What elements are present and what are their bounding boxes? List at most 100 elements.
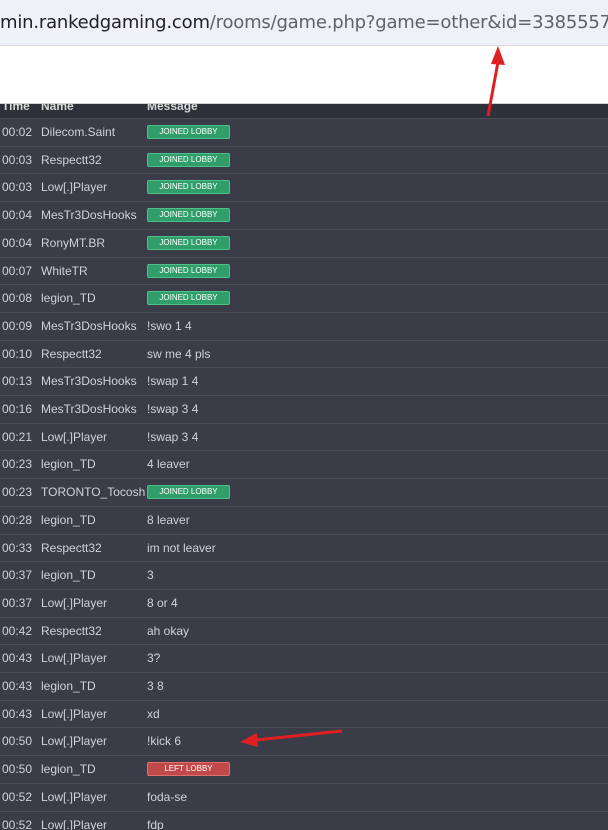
table-row: 00:43 legion_TD 3 8 <box>0 672 608 700</box>
table-row: 00:52 Low[.]Player foda-se <box>0 782 608 811</box>
row-message: 3 <box>147 568 154 583</box>
row-time: 00:33 <box>2 540 33 555</box>
table-row: 00:52 Low[.]Player fdp <box>0 810 608 830</box>
table-row: 00:07 WhiteTR JOINED LOBBY <box>0 256 608 285</box>
row-name[interactable]: Dilecom.Saint <box>41 125 115 139</box>
table-row: 00:03 Low[.]Player JOINED LOBBY <box>0 173 608 201</box>
row-time: 00:23 <box>2 485 33 500</box>
row-name[interactable]: WhiteTR <box>41 264 88 278</box>
joined-lobby-badge: JOINED LOBBY <box>147 125 230 139</box>
table-row: 00:43 Low[.]Player 3? <box>0 644 608 672</box>
row-message: !swap 3 4 <box>147 402 199 416</box>
row-name[interactable]: MesTr3DosHooks <box>41 402 137 416</box>
address-bar[interactable]: min.rankedgaming.com/rooms/game.php?game… <box>0 0 608 46</box>
row-time: 00:02 <box>2 125 33 139</box>
row-time: 00:13 <box>2 374 33 389</box>
row-message: 4 leaver <box>147 457 190 472</box>
row-message: !swo 1 4 <box>147 318 192 333</box>
row-time: 00:04 <box>2 235 33 250</box>
row-name[interactable]: Low[.]Player <box>41 707 107 721</box>
row-time: 00:21 <box>2 429 33 444</box>
header-name: Name <box>41 104 74 113</box>
row-name[interactable]: legion_TD <box>41 291 96 305</box>
row-name[interactable]: Low[.]Player <box>41 430 107 444</box>
row-time: 00:03 <box>2 180 33 195</box>
table-row: 00:23 legion_TD 4 leaver <box>0 450 608 478</box>
row-time: 00:03 <box>2 152 33 167</box>
row-name[interactable]: TORONTO_Tocosh <box>41 485 145 499</box>
table-row: 00:08 legion_TD JOINED LOBBY <box>0 284 608 312</box>
row-name[interactable]: legion_TD <box>41 457 96 471</box>
row-name[interactable]: Low[.]Player <box>41 790 107 804</box>
left-lobby-badge: LEFT LOBBY <box>147 762 230 777</box>
table-row: 00:42 Respectt32 ah okay <box>0 616 608 645</box>
row-name[interactable]: legion_TD <box>41 679 96 693</box>
row-name[interactable]: Respectt32 <box>41 624 102 638</box>
row-message: 8 leaver <box>147 512 190 527</box>
row-name[interactable]: Low[.]Player <box>41 818 107 830</box>
row-time: 00:43 <box>2 651 33 666</box>
row-time: 00:10 <box>2 346 33 361</box>
joined-lobby-badge: JOINED LOBBY <box>147 235 230 250</box>
url-text[interactable]: min.rankedgaming.com/rooms/game.php?game… <box>0 12 608 33</box>
row-name[interactable]: Respectt32 <box>41 347 102 361</box>
table-row: 00:04 MesTr3DosHooks JOINED LOBBY <box>0 201 608 229</box>
row-message: xd <box>147 706 160 721</box>
row-name[interactable]: MesTr3DosHooks <box>41 208 137 222</box>
row-message: !swap 3 4 <box>147 429 199 444</box>
row-time: 00:08 <box>2 291 33 306</box>
row-time: 00:50 <box>2 734 33 749</box>
joined-lobby-badge: JOINED LOBBY <box>147 180 230 195</box>
row-name[interactable]: legion_TD <box>41 762 96 776</box>
table-row: 00:23 TORONTO_Tocosh JOINED LOBBY <box>0 478 608 506</box>
joined-lobby-badge: JOINED LOBBY <box>147 485 230 500</box>
row-name[interactable]: Respectt32 <box>41 541 102 555</box>
row-message: sw me 4 pls <box>147 346 211 361</box>
table-row: 00:28 legion_TD 8 leaver <box>0 505 608 534</box>
joined-lobby-badge: JOINED LOBBY <box>147 152 230 167</box>
row-message: foda-se <box>147 789 188 804</box>
chat-log-panel: Time Name Message 00:02 Dilecom.Saint JOIN… <box>0 104 608 830</box>
table-header: Time Name Message <box>0 104 608 118</box>
table-row: 00:37 legion_TD 3 <box>0 561 608 589</box>
row-name[interactable]: MesTr3DosHooks <box>41 374 137 388</box>
row-name[interactable]: legion_TD <box>41 568 96 582</box>
header-message: Message <box>147 104 198 113</box>
table-row: 00:33 Respectt32 im not leaver <box>0 533 608 562</box>
row-name[interactable]: Low[.]Player <box>41 651 107 665</box>
row-time: 00:23 <box>2 457 33 472</box>
row-name[interactable]: RonyMT.BR <box>41 236 105 250</box>
row-message: fdp <box>147 817 164 830</box>
page-toolbar-area <box>0 46 608 104</box>
row-time: 00:28 <box>2 512 33 527</box>
row-message: !kick 6 <box>147 734 182 749</box>
row-time: 00:37 <box>2 568 33 583</box>
row-message: !swap 1 4 <box>147 374 199 389</box>
table-row: 00:50 legion_TD LEFT LOBBY <box>0 755 608 783</box>
table-row: 00:10 Respectt32 sw me 4 pls <box>0 339 608 368</box>
row-time: 00:52 <box>2 789 33 804</box>
header-time: Time <box>2 104 30 113</box>
row-message: im not leaver <box>147 540 216 555</box>
row-name[interactable]: Low[.]Player <box>41 734 107 748</box>
table-row: 00:43 Low[.]Player xd <box>0 699 608 728</box>
row-name[interactable]: MesTr3DosHooks <box>41 319 137 333</box>
row-time: 00:42 <box>2 623 33 638</box>
table-row: 00:21 Low[.]Player !swap 3 4 <box>0 422 608 451</box>
joined-lobby-badge: JOINED LOBBY <box>147 263 230 278</box>
row-time: 00:37 <box>2 595 33 610</box>
row-time: 00:50 <box>2 762 33 777</box>
row-time: 00:43 <box>2 679 33 693</box>
table-row: 00:50 Low[.]Player !kick 6 <box>0 727 608 755</box>
row-name[interactable]: Respectt32 <box>41 153 102 167</box>
row-time: 00:09 <box>2 318 33 333</box>
table-row: 00:04 RonyMT.BR JOINED LOBBY <box>0 228 608 257</box>
joined-lobby-badge: JOINED LOBBY <box>147 208 230 223</box>
table-row: 00:16 MesTr3DosHooks !swap 3 4 <box>0 395 608 423</box>
table-row: 00:37 Low[.]Player 8 or 4 <box>0 588 608 617</box>
row-time: 00:43 <box>2 706 33 721</box>
row-name[interactable]: legion_TD <box>41 513 96 527</box>
row-time: 00:52 <box>2 817 33 830</box>
row-name[interactable]: Low[.]Player <box>41 596 107 610</box>
row-name[interactable]: Low[.]Player <box>41 180 107 194</box>
